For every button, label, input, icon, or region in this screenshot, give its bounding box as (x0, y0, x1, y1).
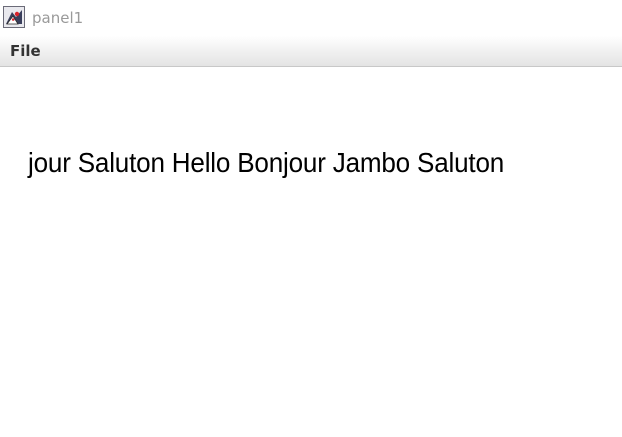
panel-canvas: jour Saluton Hello Bonjour Jambo Saluton (0, 67, 622, 437)
window-title: panel1 (32, 9, 84, 27)
scrolling-greeting-text: jour Saluton Hello Bonjour Jambo Saluton (28, 147, 505, 178)
java-duke-icon (3, 6, 25, 28)
application-window: panel1 File jour Saluton Hello Bonjour J… (0, 0, 622, 437)
menu-bar: File (0, 36, 622, 67)
title-bar[interactable]: panel1 (0, 0, 622, 36)
menu-file[interactable]: File (6, 40, 45, 62)
